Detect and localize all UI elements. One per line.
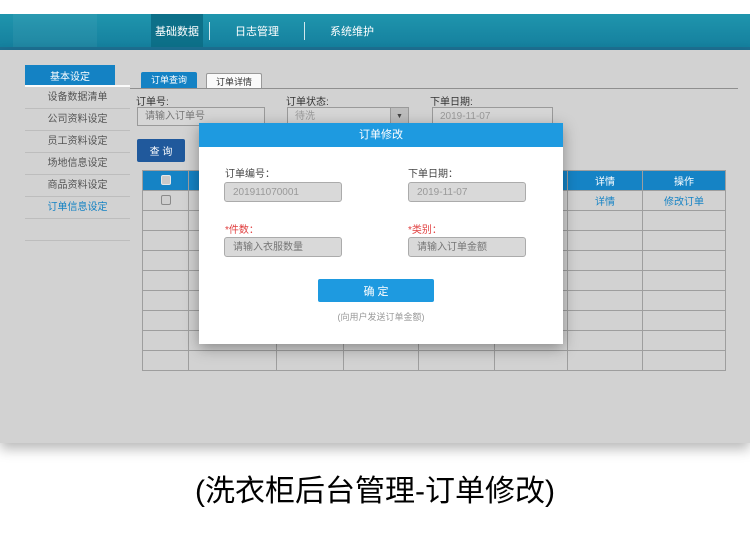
sidebar-item-1[interactable]: 公司资料设定 <box>25 109 130 131</box>
modal-count-label: *件数： <box>225 221 259 236</box>
table-cell <box>143 291 189 311</box>
sidebar-item-5[interactable]: 订单信息设定 <box>25 197 130 219</box>
page-caption: (洗衣柜后台管理-订单修改) <box>0 466 750 510</box>
table-cell <box>568 271 643 291</box>
table-cell <box>277 351 344 371</box>
confirm-button[interactable]: 确 定 <box>318 279 434 302</box>
table-cell: 修改订单 <box>643 191 726 211</box>
table-cell <box>643 271 726 291</box>
table-cell <box>143 311 189 331</box>
row-checkbox[interactable] <box>161 195 171 205</box>
modify-order-link[interactable]: 修改订单 <box>664 197 704 208</box>
table-cell <box>143 351 189 371</box>
modal-order-no-input[interactable] <box>224 182 342 202</box>
sidebar-item-0[interactable]: 设备数据清单 <box>25 87 130 109</box>
table-cell <box>568 251 643 271</box>
table-cell <box>344 351 419 371</box>
table-cell <box>643 231 726 251</box>
table-cell <box>643 351 726 371</box>
tab-order-query[interactable]: 订单查询 <box>141 72 197 88</box>
sidebar-menu: 设备数据清单公司资料设定员工资料设定场地信息设定商品资料设定订单信息设定 <box>25 87 130 241</box>
table-cell <box>568 291 643 311</box>
order-modify-modal: 订单修改 订单编号： 下单日期： *件数： *类别： 确 定 (向用户发送订单金… <box>199 123 563 344</box>
modal-date-input[interactable] <box>408 182 526 202</box>
query-button[interactable]: 查 询 <box>137 139 185 162</box>
table-cell <box>643 291 726 311</box>
top-navbar: 基础数据日志管理系统维护 <box>0 14 750 50</box>
nav-tabs: 基础数据日志管理系统维护 <box>151 14 393 47</box>
modal-type-input[interactable] <box>408 237 526 257</box>
modal-count-input[interactable] <box>224 237 342 257</box>
order-no-label: 订单号: <box>136 93 169 108</box>
nav-item-1[interactable]: 日志管理 <box>216 14 298 47</box>
table-row <box>143 351 726 371</box>
table-cell <box>143 271 189 291</box>
table-cell <box>419 351 495 371</box>
header-cell-7: 操作 <box>643 171 726 191</box>
modal-date-label: 下单日期： <box>408 165 458 180</box>
order-date-label: 下单日期: <box>430 93 473 108</box>
tab-underline <box>130 88 738 89</box>
table-cell <box>143 331 189 351</box>
header-cell-6: 详情 <box>568 171 643 191</box>
nav-separator <box>304 22 305 40</box>
sidebar-item-3[interactable]: 场地信息设定 <box>25 153 130 175</box>
sidebar-item-2[interactable]: 员工资料设定 <box>25 131 130 153</box>
sidebar-item-4[interactable]: 商品资料设定 <box>25 175 130 197</box>
table-cell <box>143 211 189 231</box>
table-cell <box>495 351 568 371</box>
table-cell <box>643 251 726 271</box>
table-cell: 详情 <box>568 191 643 211</box>
nav-item-0[interactable]: 基础数据 <box>151 14 203 47</box>
nav-item-2[interactable]: 系统维护 <box>311 14 393 47</box>
sidebar-item-6[interactable] <box>25 219 130 241</box>
logo-area <box>13 14 97 47</box>
table-cell <box>143 231 189 251</box>
table-cell <box>643 211 726 231</box>
sidebar-header-basic-settings[interactable]: 基本设定 <box>25 65 115 86</box>
order-status-label: 订单状态: <box>286 93 329 108</box>
page: 基础数据日志管理系统维护 基本设定 设备数据清单公司资料设定员工资料设定场地信息… <box>0 0 750 549</box>
table-cell <box>143 251 189 271</box>
table-cell <box>568 351 643 371</box>
detail-link[interactable]: 详情 <box>595 197 615 208</box>
table-cell <box>568 331 643 351</box>
modal-note: (向用户发送订单金额) <box>199 310 563 323</box>
table-cell <box>568 211 643 231</box>
modal-type-label: *类别： <box>408 221 442 236</box>
nav-separator <box>209 22 210 40</box>
table-cell <box>568 231 643 251</box>
table-cell <box>143 191 189 211</box>
table-cell <box>189 351 277 371</box>
tab-order-detail[interactable]: 订单详情 <box>206 73 262 89</box>
modal-order-no-label: 订单编号： <box>225 165 275 180</box>
modal-title: 订单修改 <box>199 123 563 147</box>
table-cell <box>643 311 726 331</box>
table-cell <box>568 311 643 331</box>
select-all-checkbox[interactable] <box>161 175 171 185</box>
table-cell <box>643 331 726 351</box>
header-checkbox-cell <box>143 171 189 191</box>
